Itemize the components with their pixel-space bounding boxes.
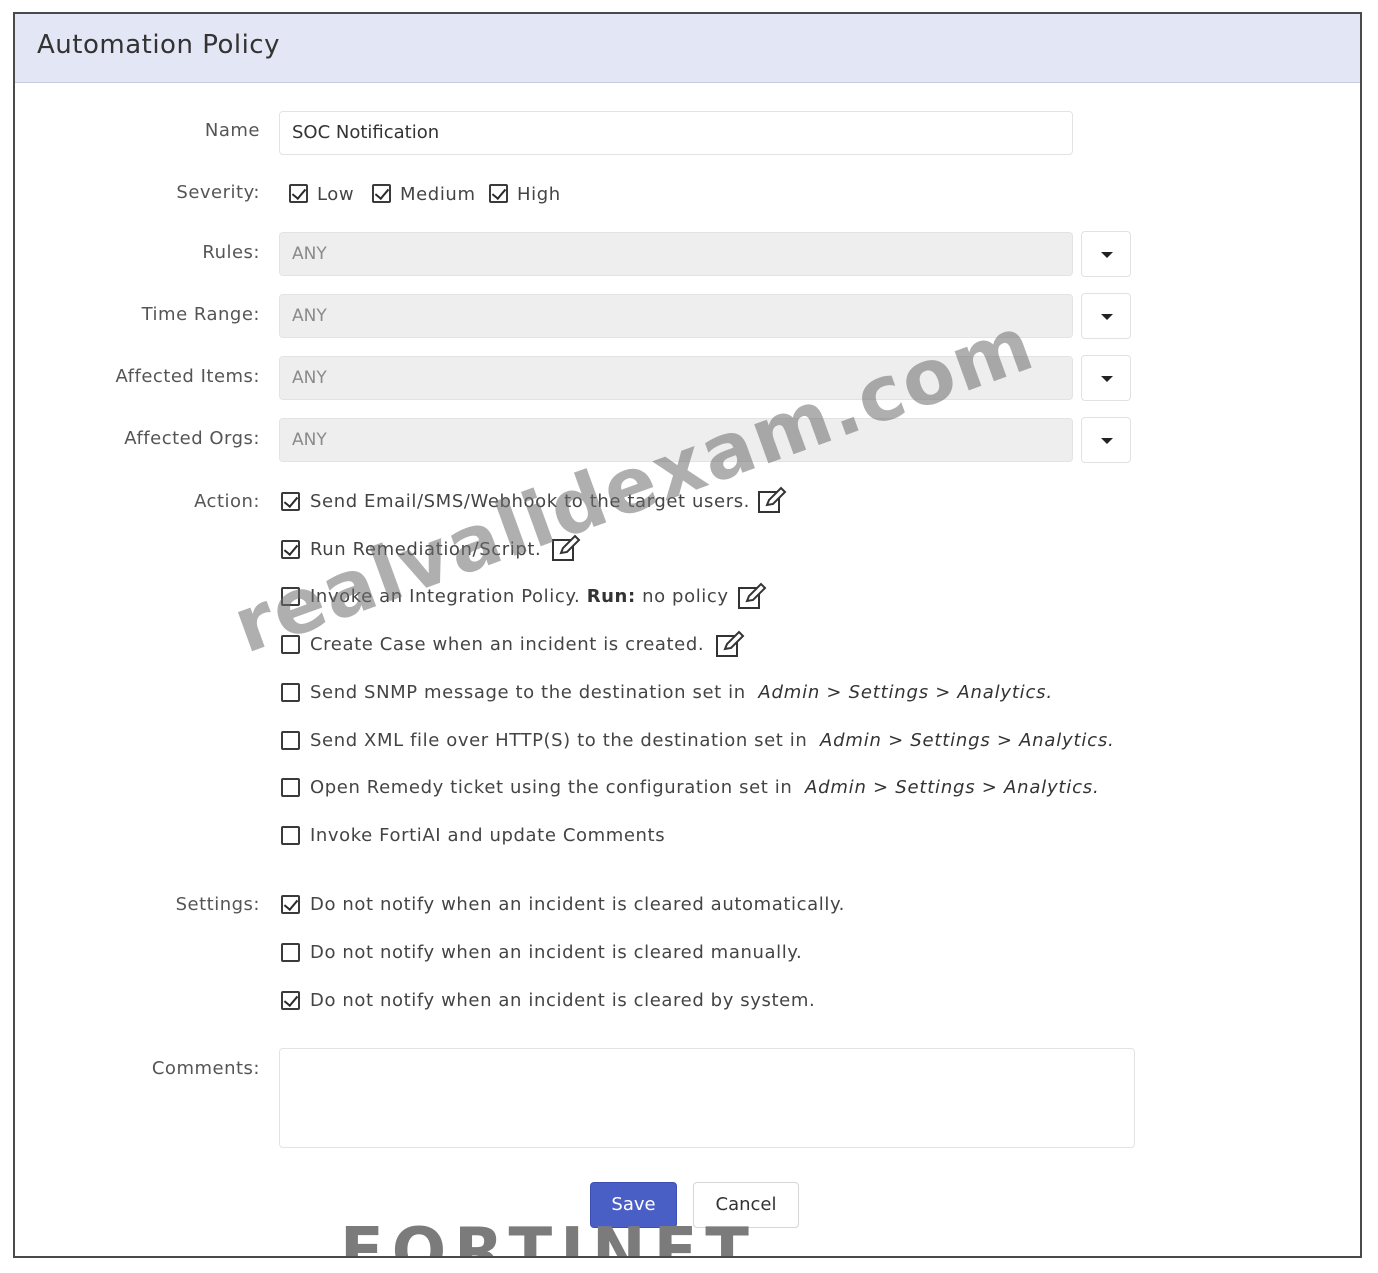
- action-create-case-checkbox[interactable]: [281, 635, 300, 654]
- path-analytics: Analytics.: [1019, 730, 1115, 751]
- fortinet-logo: FORTINET®: [340, 1220, 757, 1258]
- edit-icon[interactable]: [757, 486, 787, 514]
- severity-high-checkbox[interactable]: [489, 184, 508, 203]
- affected-orgs-select[interactable]: ANY: [279, 418, 1073, 462]
- action-snmp-label: Send SNMP message to the destination set…: [310, 682, 746, 703]
- path-settings: Settings: [895, 777, 976, 798]
- path-admin: Admin: [805, 777, 867, 798]
- affected-items-dropdown-button[interactable]: [1081, 355, 1131, 401]
- action-snmp-checkbox[interactable]: [281, 683, 300, 702]
- action-email-checkbox[interactable]: [281, 492, 300, 511]
- comments-textarea[interactable]: [279, 1048, 1135, 1148]
- severity-label: Severity:: [176, 182, 260, 203]
- run-label: Run:: [586, 586, 636, 607]
- settings-label: Settings:: [175, 894, 260, 915]
- action-xml-text: Send XML file over HTTP(S) to the destin…: [310, 730, 1115, 751]
- logo-text: FORTINET: [340, 1215, 757, 1258]
- action-remediation-text: Run Remediation/Script.: [310, 539, 542, 560]
- action-fortiai-checkbox[interactable]: [281, 826, 300, 845]
- edit-icon[interactable]: [737, 582, 767, 610]
- rules-label: Rules:: [202, 242, 260, 263]
- affected-items-select[interactable]: ANY: [279, 356, 1073, 400]
- path-separator: >: [935, 682, 952, 703]
- time-range-select[interactable]: ANY: [279, 294, 1073, 338]
- path-analytics: Analytics.: [1004, 777, 1100, 798]
- action-integration-checkbox[interactable]: [281, 587, 300, 606]
- chevron-down-icon: [1101, 438, 1113, 444]
- time-range-label: Time Range:: [141, 304, 260, 325]
- chevron-down-icon: [1101, 314, 1113, 320]
- path-separator: >: [888, 730, 904, 751]
- setting-manual-cleared-checkbox[interactable]: [281, 943, 300, 962]
- severity-high-label: High: [517, 184, 561, 205]
- watermark-text: realvalidexam.com: [221, 297, 1046, 671]
- setting-system-cleared-checkbox[interactable]: [281, 991, 300, 1010]
- edit-icon[interactable]: [715, 630, 745, 658]
- severity-low-checkbox[interactable]: [289, 184, 308, 203]
- action-remedy-text: Open Remedy ticket using the configurati…: [310, 777, 1099, 798]
- setting-auto-cleared-text: Do not notify when an incident is cleare…: [310, 894, 845, 915]
- severity-medium-checkbox[interactable]: [372, 184, 391, 203]
- setting-manual-cleared-text: Do not notify when an incident is cleare…: [310, 942, 803, 963]
- rules-dropdown-button[interactable]: [1081, 231, 1131, 277]
- name-input[interactable]: SOC Notification: [279, 111, 1073, 155]
- action-email-text: Send Email/SMS/Webhook to the target use…: [310, 491, 750, 512]
- affected-items-label: Affected Items:: [115, 366, 260, 387]
- action-remediation-checkbox[interactable]: [281, 540, 300, 559]
- path-separator: >: [873, 777, 889, 798]
- action-xml-label: Send XML file over HTTP(S) to the destin…: [310, 730, 808, 751]
- action-remedy-label: Open Remedy ticket using the configurati…: [310, 777, 793, 798]
- dialog-title-bar: Automation Policy: [15, 14, 1360, 83]
- run-value: no policy: [642, 586, 729, 607]
- edit-icon[interactable]: [551, 534, 581, 562]
- dialog-title: Automation Policy: [37, 30, 280, 60]
- comments-label: Comments:: [151, 1058, 260, 1079]
- rules-select[interactable]: ANY: [279, 232, 1073, 276]
- action-snmp-text: Send SNMP message to the destination set…: [310, 682, 1053, 703]
- action-label: Action:: [194, 491, 260, 512]
- path-separator: >: [981, 777, 998, 798]
- time-range-dropdown-button[interactable]: [1081, 293, 1131, 339]
- path-separator: >: [996, 730, 1013, 751]
- name-label: Name: [204, 120, 260, 141]
- affected-orgs-label: Affected Orgs:: [124, 428, 260, 449]
- setting-system-cleared-text: Do not notify when an incident is cleare…: [310, 990, 816, 1011]
- severity-low-label: Low: [317, 184, 355, 205]
- action-create-case-text: Create Case when an incident is created.: [310, 634, 705, 655]
- severity-medium-label: Medium: [400, 184, 476, 205]
- chevron-down-icon: [1101, 376, 1113, 382]
- registered-mark: ®: [734, 1256, 748, 1258]
- affected-orgs-dropdown-button[interactable]: [1081, 417, 1131, 463]
- path-admin: Admin: [758, 682, 821, 703]
- setting-auto-cleared-checkbox[interactable]: [281, 895, 300, 914]
- path-settings: Settings: [910, 730, 991, 751]
- path-settings: Settings: [848, 682, 929, 703]
- action-fortiai-text: Invoke FortiAI and update Comments: [310, 825, 666, 846]
- path-analytics: Analytics.: [957, 682, 1053, 703]
- action-xml-checkbox[interactable]: [281, 731, 300, 750]
- action-integration-text: Invoke an Integration Policy. Run: no po…: [310, 586, 729, 607]
- action-remedy-checkbox[interactable]: [281, 778, 300, 797]
- path-admin: Admin: [820, 730, 882, 751]
- automation-policy-dialog: Automation Policy Name SOC Notification …: [13, 12, 1362, 1258]
- path-separator: >: [826, 682, 843, 703]
- chevron-down-icon: [1101, 252, 1113, 258]
- action-integration-label: Invoke an Integration Policy.: [310, 586, 581, 607]
